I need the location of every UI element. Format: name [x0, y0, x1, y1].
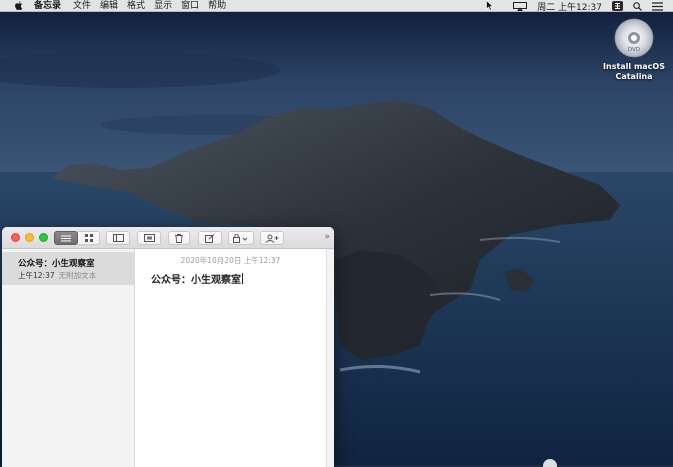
notes-window: » 公众号：小生观察室 上午12:37 无附加文本 2020年10月20日 上午1…: [2, 227, 334, 467]
lock-note-button[interactable]: [228, 231, 254, 245]
desktop-icon-label-line1: Install macOS: [603, 62, 665, 71]
apple-menu-icon[interactable]: [14, 0, 24, 11]
note-body-text[interactable]: 公众号：小生观察室: [151, 271, 243, 286]
dock-edge-indicator: [543, 459, 557, 467]
note-time: 上午12:37: [18, 271, 55, 280]
menubar-clock[interactable]: 周二 上午12:37: [537, 0, 602, 13]
compose-icon: [205, 233, 215, 243]
list-view-icon: [61, 235, 71, 241]
add-people-icon: [265, 234, 279, 243]
share-collaborate-button[interactable]: [260, 231, 284, 245]
menu-file[interactable]: 文件: [73, 0, 100, 12]
notification-center-icon[interactable]: [652, 1, 663, 11]
delete-note-button[interactable]: [168, 231, 190, 245]
note-preview: 无附加文本: [58, 271, 97, 280]
notes-toolbar: »: [2, 227, 334, 249]
attachments-button[interactable]: [137, 231, 161, 245]
trash-icon: [175, 233, 183, 243]
mouse-pointer-icon: [486, 0, 494, 11]
input-method-icon[interactable]: [612, 1, 623, 11]
editor-scrollbar[interactable]: [326, 249, 334, 467]
notes-list-sidebar: 公众号：小生观察室 上午12:37 无附加文本: [2, 249, 135, 467]
dvd-disc-icon: DVD: [614, 18, 654, 58]
spotlight-search-icon[interactable]: [633, 1, 642, 11]
note-title: 公众号：小生观察室: [18, 259, 95, 269]
note-body-content: 公众号：小生观察室: [151, 275, 241, 286]
attachments-icon: [143, 234, 155, 242]
list-view-button[interactable]: [54, 231, 78, 245]
window-minimize-button[interactable]: [25, 233, 34, 242]
airplay-icon[interactable]: [513, 1, 528, 11]
menu-edit[interactable]: 编辑: [100, 0, 127, 12]
gallery-view-icon: [84, 234, 93, 242]
menu-bar: 备忘录 文件 编辑 格式 显示 窗口 帮助 周二 上午12:37: [0, 0, 673, 13]
menu-window[interactable]: 窗口: [181, 0, 208, 12]
desktop-icon-install-macos[interactable]: DVD Install macOS Catalina: [596, 18, 672, 82]
text-caret: [242, 273, 243, 284]
menu-help[interactable]: 帮助: [208, 0, 235, 12]
note-date: 2020年10月20日 上午12:37: [180, 256, 281, 265]
list-item[interactable]: 公众号：小生观察室 上午12:37 无附加文本: [2, 252, 135, 285]
sidebar-icon: [112, 234, 124, 242]
menu-format[interactable]: 格式: [127, 0, 154, 12]
menu-view[interactable]: 显示: [154, 0, 181, 12]
note-editor[interactable]: 2020年10月20日 上午12:37 公众号：小生观察室: [135, 249, 326, 467]
toolbar-overflow-icon[interactable]: »: [324, 232, 330, 242]
lock-icon: [233, 233, 248, 243]
gallery-view-button[interactable]: [78, 231, 100, 245]
note-meta: 上午12:37 无附加文本: [18, 270, 96, 281]
menu-app-notes[interactable]: 备忘录: [34, 0, 70, 12]
window-close-button[interactable]: [11, 233, 20, 242]
new-note-button[interactable]: [198, 231, 222, 245]
dvd-badge-label: DVD: [628, 47, 640, 53]
desktop-icon-label: Install macOS Catalina: [603, 62, 665, 82]
toggle-sidebar-button[interactable]: [106, 231, 130, 245]
desktop-icon-label-line2: Catalina: [615, 72, 653, 81]
window-fullscreen-button[interactable]: [39, 233, 48, 242]
